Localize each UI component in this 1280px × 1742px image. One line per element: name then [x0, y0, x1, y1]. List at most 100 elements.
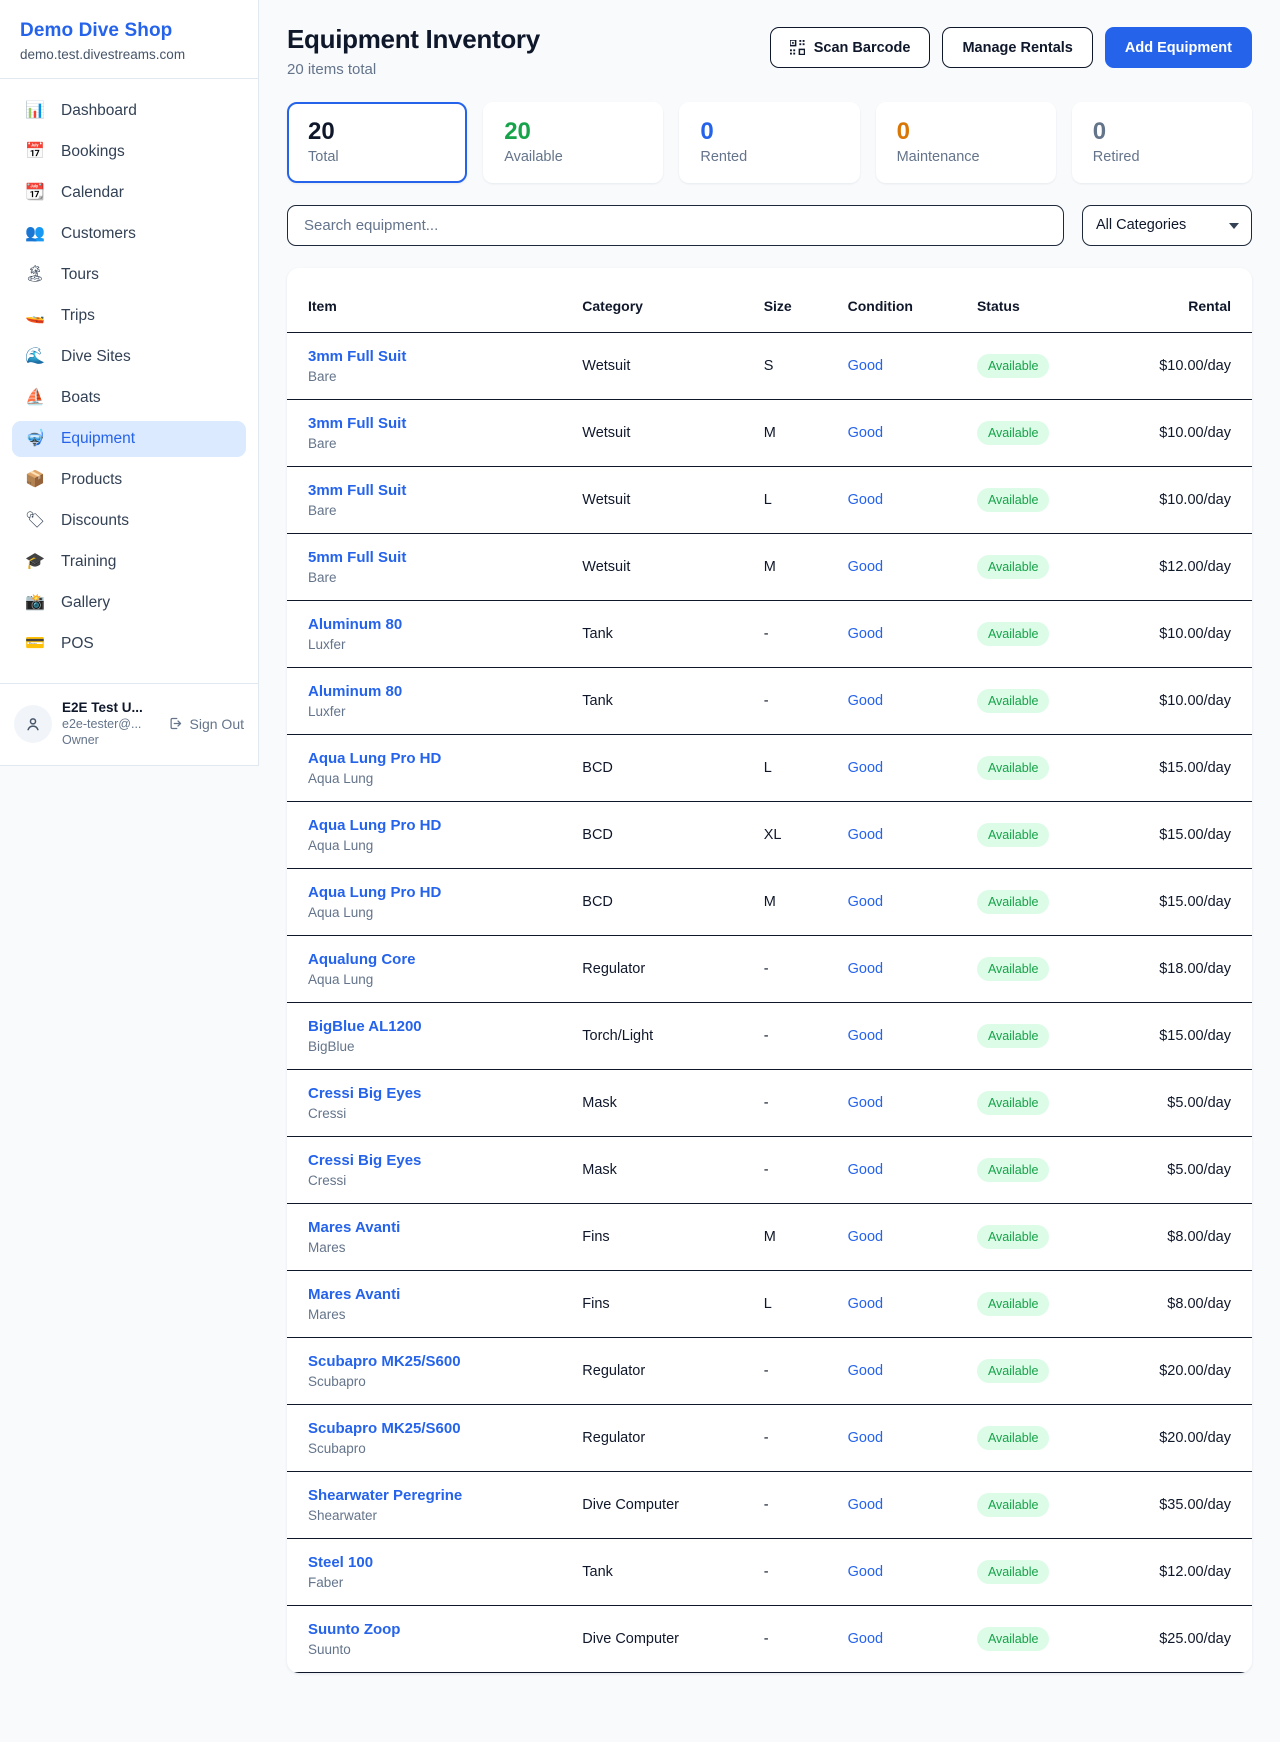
item-condition-link[interactable]: Good [848, 1296, 883, 1312]
search-input[interactable] [287, 205, 1064, 246]
item-name-link[interactable]: Scubapro MK25/S600 [308, 1420, 461, 1437]
column-header-condition[interactable]: Condition [848, 268, 977, 333]
item-name-link[interactable]: Aluminum 80 [308, 683, 402, 700]
scan-barcode-button[interactable]: Scan Barcode [770, 27, 931, 68]
item-brand: Scubapro [308, 1374, 582, 1389]
stat-card-available[interactable]: 20 Available [483, 102, 663, 183]
item-condition-link[interactable]: Good [848, 1095, 883, 1111]
item-condition-link[interactable]: Good [848, 626, 883, 642]
table-row[interactable]: 3mm Full Suit Bare Wetsuit L Good Availa… [287, 466, 1252, 533]
sidebar-item[interactable]: 🚤 Trips [12, 298, 246, 334]
item-condition-link[interactable]: Good [848, 894, 883, 910]
item-name-link[interactable]: Cressi Big Eyes [308, 1085, 421, 1102]
item-name-link[interactable]: 3mm Full Suit [308, 348, 406, 365]
sign-out-button[interactable]: Sign Out [168, 716, 244, 732]
item-name-link[interactable]: Aqua Lung Pro HD [308, 750, 441, 767]
item-name-link[interactable]: Aluminum 80 [308, 616, 402, 633]
item-condition-link[interactable]: Good [848, 358, 883, 374]
sidebar-item-icon: 🤿 [24, 431, 46, 447]
sidebar-item[interactable]: 🤿 Equipment [12, 421, 246, 457]
column-header-rental[interactable]: Rental [1127, 268, 1252, 333]
table-row[interactable]: Mares Avanti Mares Fins M Good Available… [287, 1203, 1252, 1270]
item-name-link[interactable]: 5mm Full Suit [308, 549, 406, 566]
item-name-link[interactable]: Suunto Zoop [308, 1621, 400, 1638]
column-header-item[interactable]: Item [287, 268, 582, 333]
category-select[interactable]: All Categories [1082, 205, 1252, 246]
sidebar-item[interactable]: 💳 POS [12, 626, 246, 662]
item-condition-link[interactable]: Good [848, 425, 883, 441]
stat-card-retired[interactable]: 0 Retired [1072, 102, 1252, 183]
sidebar-item[interactable]: 🏝 Tours [12, 257, 246, 293]
item-size: - [764, 1136, 848, 1203]
item-name-link[interactable]: Aqualung Core [308, 951, 416, 968]
column-header-size[interactable]: Size [764, 268, 848, 333]
table-row[interactable]: Mares Avanti Mares Fins L Good Available… [287, 1270, 1252, 1337]
item-condition-link[interactable]: Good [848, 1631, 883, 1647]
sidebar-item[interactable]: 🎓 Training [12, 544, 246, 580]
column-header-status[interactable]: Status [977, 268, 1128, 333]
sidebar-item[interactable]: 📅 Bookings [12, 134, 246, 170]
item-name-link[interactable]: Aqua Lung Pro HD [308, 817, 441, 834]
sidebar-item[interactable]: 📦 Products [12, 462, 246, 498]
item-name-link[interactable]: BigBlue AL1200 [308, 1018, 422, 1035]
table-row[interactable]: Aqua Lung Pro HD Aqua Lung BCD L Good Av… [287, 734, 1252, 801]
table-row[interactable]: 3mm Full Suit Bare Wetsuit S Good Availa… [287, 332, 1252, 399]
stat-card-total[interactable]: 20 Total [287, 102, 467, 183]
item-condition-link[interactable]: Good [848, 1430, 883, 1446]
item-name-link[interactable]: 3mm Full Suit [308, 482, 406, 499]
table-row[interactable]: Cressi Big Eyes Cressi Mask - Good Avail… [287, 1069, 1252, 1136]
sidebar-item[interactable]: 📸 Gallery [12, 585, 246, 621]
table-row[interactable]: Scubapro MK25/S600 Scubapro Regulator - … [287, 1337, 1252, 1404]
table-row[interactable]: Scubapro MK25/S600 Scubapro Regulator - … [287, 1404, 1252, 1471]
item-name-link[interactable]: Shearwater Peregrine [308, 1487, 462, 1504]
item-name-link[interactable]: Mares Avanti [308, 1286, 400, 1303]
item-condition-link[interactable]: Good [848, 827, 883, 843]
table-row[interactable]: Aluminum 80 Luxfer Tank - Good Available… [287, 667, 1252, 734]
item-name-link[interactable]: Cressi Big Eyes [308, 1152, 421, 1169]
table-row[interactable]: Aqualung Core Aqua Lung Regulator - Good… [287, 935, 1252, 1002]
item-name-link[interactable]: Scubapro MK25/S600 [308, 1353, 461, 1370]
sidebar-item[interactable]: 🏷 Discounts [12, 503, 246, 539]
brand-name[interactable]: Demo Dive Shop [20, 20, 238, 42]
table-row[interactable]: 3mm Full Suit Bare Wetsuit M Good Availa… [287, 399, 1252, 466]
item-name-link[interactable]: 3mm Full Suit [308, 415, 406, 432]
item-condition-link[interactable]: Good [848, 1363, 883, 1379]
table-row[interactable]: Steel 100 Faber Tank - Good Available $1… [287, 1538, 1252, 1605]
item-condition-link[interactable]: Good [848, 760, 883, 776]
item-brand: Cressi [308, 1173, 582, 1188]
table-row[interactable]: Shearwater Peregrine Shearwater Dive Com… [287, 1471, 1252, 1538]
sidebar-item[interactable]: 🌊 Dive Sites [12, 339, 246, 375]
sidebar-item[interactable]: 📆 Calendar [12, 175, 246, 211]
sidebar-item[interactable]: 📊 Dashboard [12, 93, 246, 129]
item-condition-link[interactable]: Good [848, 1028, 883, 1044]
sidebar-item[interactable]: ⛵ Boats [12, 380, 246, 416]
sidebar-item-icon: ⛵ [24, 390, 46, 406]
item-condition-link[interactable]: Good [848, 559, 883, 575]
table-row[interactable]: Aqua Lung Pro HD Aqua Lung BCD M Good Av… [287, 868, 1252, 935]
sidebar-item[interactable]: 👥 Customers [12, 216, 246, 252]
item-condition-link[interactable]: Good [848, 492, 883, 508]
stat-card-maintenance[interactable]: 0 Maintenance [876, 102, 1056, 183]
table-row[interactable]: BigBlue AL1200 BigBlue Torch/Light - Goo… [287, 1002, 1252, 1069]
item-condition-link[interactable]: Good [848, 1162, 883, 1178]
add-equipment-button[interactable]: Add Equipment [1105, 27, 1252, 68]
item-name-link[interactable]: Steel 100 [308, 1554, 373, 1571]
item-size: - [764, 1538, 848, 1605]
column-header-category[interactable]: Category [582, 268, 763, 333]
manage-rentals-button[interactable]: Manage Rentals [942, 27, 1092, 68]
item-condition-link[interactable]: Good [848, 1229, 883, 1245]
item-condition-link[interactable]: Good [848, 961, 883, 977]
table-row[interactable]: Suunto Zoop Suunto Dive Computer - Good … [287, 1605, 1252, 1672]
table-row[interactable]: Aqua Lung Pro HD Aqua Lung BCD XL Good A… [287, 801, 1252, 868]
item-condition-link[interactable]: Good [848, 1497, 883, 1513]
main-content: Equipment Inventory 20 items total Scan … [259, 0, 1280, 1701]
table-row[interactable]: Cressi Big Eyes Cressi Mask - Good Avail… [287, 1136, 1252, 1203]
item-condition-link[interactable]: Good [848, 693, 883, 709]
table-row[interactable]: 5mm Full Suit Bare Wetsuit M Good Availa… [287, 533, 1252, 600]
item-condition-link[interactable]: Good [848, 1564, 883, 1580]
table-row[interactable]: Aluminum 80 Luxfer Tank - Good Available… [287, 600, 1252, 667]
item-name-link[interactable]: Mares Avanti [308, 1219, 400, 1236]
item-brand: Bare [308, 369, 582, 384]
stat-card-rented[interactable]: 0 Rented [679, 102, 859, 183]
item-name-link[interactable]: Aqua Lung Pro HD [308, 884, 441, 901]
